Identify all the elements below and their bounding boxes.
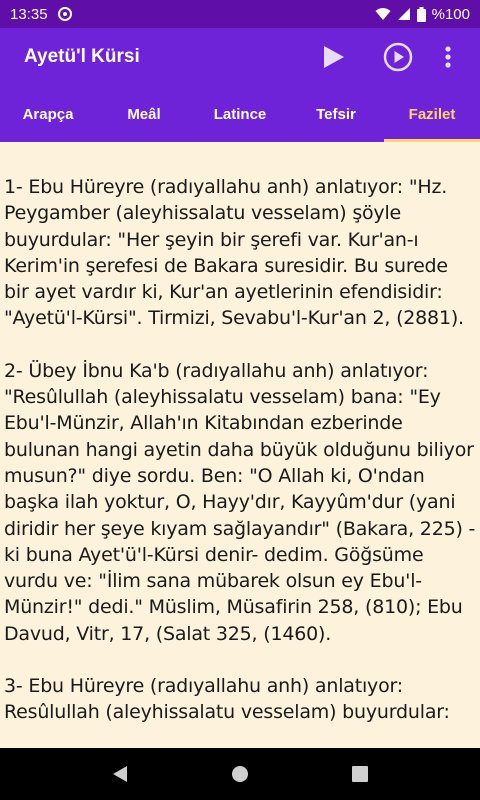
play-button[interactable]	[302, 28, 366, 86]
back-icon	[113, 766, 127, 782]
tab-tefsir[interactable]: Tefsir	[288, 86, 384, 142]
app-bar: Ayetü'l Kürsi	[0, 28, 480, 86]
app-title: Ayetü'l Kürsi	[24, 46, 140, 67]
status-left: 13:35	[10, 6, 72, 23]
fazilet-content[interactable]: 1- Ebu Hüreyre (radıyallahu anh) anlatıy…	[0, 142, 480, 748]
recents-button[interactable]	[345, 759, 375, 789]
tab-arapca[interactable]: Arapça	[0, 86, 96, 142]
tab-bar: Arapça Meâl Latince Tefsir Fazilet	[0, 86, 480, 142]
recents-icon	[352, 766, 368, 782]
paragraph-2: 2- Übey İbnu Ka'b (radıyallahu anh) anla…	[4, 359, 476, 645]
play-circle-icon	[383, 42, 413, 72]
play-icon	[324, 46, 344, 68]
more-vert-icon	[445, 46, 451, 68]
back-button[interactable]	[105, 759, 135, 789]
signal-icon	[397, 8, 410, 20]
app-actions	[302, 28, 466, 86]
paragraph-3: 3- Ebu Hüreyre (radıyallahu anh) anlatıy…	[4, 675, 450, 724]
home-button[interactable]	[225, 759, 255, 789]
tab-latince[interactable]: Latince	[192, 86, 288, 142]
overflow-menu-button[interactable]	[430, 28, 466, 86]
battery-level: %100	[431, 5, 470, 23]
paragraph-1: 1- Ebu Hüreyre (radıyallahu anh) anlatıy…	[4, 176, 464, 330]
tab-meal[interactable]: Meâl	[96, 86, 192, 142]
play-circle-button[interactable]	[366, 28, 430, 86]
status-time: 13:35	[10, 5, 48, 23]
tab-fazilet[interactable]: Fazilet	[384, 86, 480, 142]
battery-icon	[416, 6, 426, 22]
status-right: %100	[375, 6, 470, 23]
navigation-bar	[0, 748, 480, 800]
home-icon	[232, 766, 248, 782]
at-sign-icon	[57, 7, 72, 21]
wifi-icon	[375, 8, 391, 20]
status-bar: 13:35 %100	[0, 0, 480, 28]
